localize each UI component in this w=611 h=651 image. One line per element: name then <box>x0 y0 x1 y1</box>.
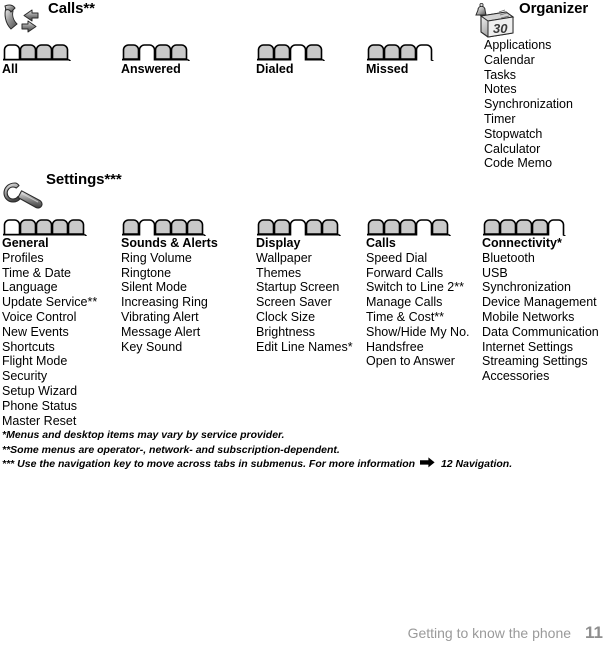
settings-column-sounds-alerts: Sounds & Alerts Ring Volume Ringtone Sil… <box>121 236 218 354</box>
list-item[interactable]: Brightness <box>256 325 353 340</box>
list-item[interactable]: Wallpaper <box>256 251 353 266</box>
list-item[interactable]: Streaming Settings <box>482 354 599 369</box>
calendar-alarm-clock-icon: 30 <box>472 2 518 42</box>
tab-strip-sounds-alerts[interactable] <box>121 216 213 236</box>
list-item[interactable]: Increasing Ring <box>121 295 218 310</box>
list-item[interactable]: Silent Mode <box>121 280 218 295</box>
svg-text:30: 30 <box>493 21 508 36</box>
manual-page: Calls** All Answered Dialed Missed 30 Or… <box>0 0 611 651</box>
footnote-two: **Some menus are operator-, network- and… <box>2 443 340 456</box>
list-item[interactable]: Tasks <box>484 68 573 83</box>
list-item[interactable]: Code Memo <box>484 156 573 171</box>
page-footer: Getting to know the phone 11 <box>408 623 603 643</box>
column-header-sounds-alerts: Sounds & Alerts <box>121 236 218 250</box>
column-header-connectivity: Connectivity* <box>482 236 562 250</box>
footnote-three: *** Use the navigation key to move acros… <box>2 457 602 473</box>
tab-caption-missed: Missed <box>366 62 409 76</box>
list-item[interactable]: Internet Settings <box>482 340 599 355</box>
list-item[interactable]: Speed Dial <box>366 251 470 266</box>
tab-strip-dialed[interactable] <box>256 41 330 61</box>
tab-strip-missed[interactable] <box>366 41 440 61</box>
column-header-display: Display <box>256 236 301 250</box>
footer-section-label: Getting to know the phone <box>407 625 572 641</box>
list-item[interactable]: Switch to Line 2** <box>366 280 470 295</box>
list-item[interactable]: Startup Screen <box>256 280 353 295</box>
section-title-calls: Calls** <box>48 0 95 17</box>
tab-strip-answered[interactable] <box>121 41 195 61</box>
list-item[interactable]: Handsfree <box>366 340 470 355</box>
wrench-icon <box>2 177 46 215</box>
list-item[interactable]: Manage Calls <box>366 295 470 310</box>
list-item[interactable]: Timer <box>484 112 573 127</box>
list-item[interactable]: Vibrating Alert <box>121 310 218 325</box>
list-item[interactable]: Synchronization <box>484 97 573 112</box>
list-item[interactable]: Open to Answer <box>366 354 470 369</box>
list-item[interactable]: Edit Line Names* <box>256 340 353 355</box>
section-title-settings: Settings*** <box>46 171 122 188</box>
list-item[interactable]: Ringtone <box>121 266 218 281</box>
list-item[interactable]: Setup Wizard <box>2 384 97 399</box>
settings-column-general: General Profiles Time & Date Language Up… <box>2 236 97 428</box>
footnotes-block: *Menus and desktop items may vary by ser… <box>2 428 602 473</box>
tab-strip-display[interactable] <box>256 216 348 236</box>
list-item[interactable]: Bluetooth <box>482 251 599 266</box>
column-header-general: General <box>2 236 49 250</box>
tab-caption-dialed: Dialed <box>256 62 294 76</box>
list-item[interactable]: USB <box>482 266 599 281</box>
list-item[interactable]: Data Communication <box>482 325 599 340</box>
list-item[interactable]: Profiles <box>2 251 97 266</box>
tab-strip-all[interactable] <box>2 41 76 61</box>
list-item[interactable]: Voice Control <box>2 310 97 325</box>
section-title-organizer: Organizer <box>519 0 589 17</box>
list-item[interactable]: Language <box>2 280 97 295</box>
list-item[interactable]: Time & Date <box>2 266 97 281</box>
list-item[interactable]: Synchronization <box>482 280 599 295</box>
list-item[interactable]: Master Reset <box>2 414 97 429</box>
tab-caption-all: All <box>2 62 18 76</box>
column-header-calls: Calls <box>366 236 396 250</box>
list-item[interactable]: Accessories <box>482 369 599 384</box>
footnote-one: *Menus and desktop items may vary by ser… <box>2 429 285 441</box>
list-item[interactable]: Shortcuts <box>2 340 97 355</box>
settings-column-display: Display Wallpaper Themes Startup Screen … <box>256 236 353 354</box>
phone-call-arrows-icon <box>2 2 44 40</box>
list-item[interactable]: Phone Status <box>2 399 97 414</box>
tab-strip-general[interactable] <box>2 216 94 236</box>
tab-strip-connectivity[interactable] <box>482 216 574 236</box>
list-item[interactable]: Calculator <box>484 142 573 157</box>
list-item[interactable]: Applications <box>484 38 573 53</box>
list-item[interactable]: Flight Mode <box>2 354 97 369</box>
list-item[interactable]: Screen Saver <box>256 295 353 310</box>
list-item[interactable]: Calendar <box>484 53 573 68</box>
list-item[interactable]: Update Service** <box>2 295 97 310</box>
page-number: 11 <box>585 623 603 642</box>
list-item[interactable]: Key Sound <box>121 340 218 355</box>
list-item[interactable]: Message Alert <box>121 325 218 340</box>
settings-column-calls: Calls Speed Dial Forward Calls Switch to… <box>366 236 470 369</box>
list-item[interactable]: Time & Cost** <box>366 310 470 325</box>
tab-strip-calls-settings[interactable] <box>366 216 458 236</box>
list-item[interactable]: Device Management <box>482 295 599 310</box>
list-item[interactable]: Clock Size <box>256 310 353 325</box>
list-item[interactable]: Show/Hide My No. <box>366 325 470 340</box>
footnote-three-text-after: 12 Navigation. <box>440 458 513 471</box>
footnote-three-text-before: *** Use the navigation key to move acros… <box>2 458 416 471</box>
tab-caption-answered: Answered <box>121 62 181 76</box>
list-item[interactable]: Themes <box>256 266 353 281</box>
list-item[interactable]: New Events <box>2 325 97 340</box>
list-item[interactable]: Stopwatch <box>484 127 573 142</box>
settings-column-connectivity: Connectivity* Bluetooth USB Synchronizat… <box>482 236 599 384</box>
right-arrow-icon <box>420 457 435 473</box>
list-item[interactable]: Notes <box>484 82 573 97</box>
list-item[interactable]: Security <box>2 369 97 384</box>
organizer-menu-list: Applications Calendar Tasks Notes Synchr… <box>484 38 573 171</box>
list-item[interactable]: Forward Calls <box>366 266 470 281</box>
list-item[interactable]: Mobile Networks <box>482 310 599 325</box>
list-item[interactable]: Ring Volume <box>121 251 218 266</box>
